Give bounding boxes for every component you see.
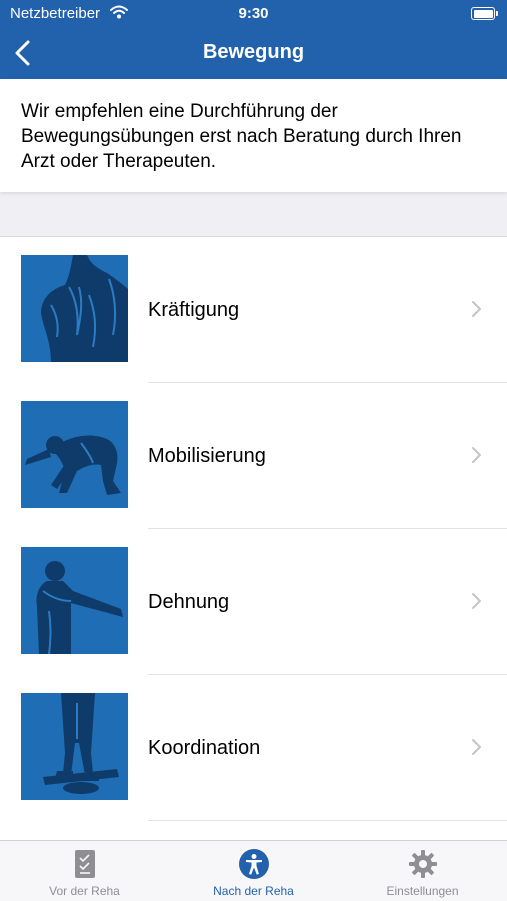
status-time: 9:30 (238, 5, 269, 22)
chevron-right-icon (470, 300, 482, 323)
chevron-right-icon (470, 592, 482, 615)
tab-label: Vor der Reha (49, 884, 120, 898)
tab-einstellungen[interactable]: Einstellungen (338, 841, 507, 901)
list-item-label: Mobilisierung (148, 445, 266, 467)
tab-vor-der-reha[interactable]: Vor der Reha (0, 841, 169, 901)
chevron-right-icon (470, 446, 482, 469)
page-title: Bewegung (202, 41, 305, 63)
battery-icon (471, 7, 498, 20)
advice-notice: Wir empfehlen eine Durchführung der Bewe… (0, 79, 507, 192)
navigation-header: Netzbetreiber 9:30 Bewegung (0, 0, 507, 79)
list-item-kraeftigung[interactable]: Kräftigung (0, 237, 507, 383)
list-item-label: Kräftigung (148, 299, 240, 321)
balance-board-figure (21, 693, 128, 800)
tab-nach-der-reha[interactable]: Nach der Reha (169, 841, 338, 901)
gear-icon (408, 849, 438, 879)
advice-text: Wir empfehlen eine Durchführung der Bewe… (21, 101, 462, 172)
arm-stretch-figure (21, 547, 128, 654)
list-item-mobilisierung[interactable]: Mobilisierung (0, 383, 507, 529)
status-bar: Netzbetreiber 9:30 (0, 0, 507, 28)
list-item-dehnung[interactable]: Dehnung (0, 529, 507, 675)
tab-label: Einstellungen (386, 884, 459, 898)
list-item-label: Koordination (148, 737, 261, 759)
person-icon (239, 849, 269, 879)
back-muscles-figure (21, 255, 128, 362)
tab-label: Nach der Reha (213, 884, 294, 898)
row-divider (148, 820, 507, 821)
tab-bar: Vor der Reha Nach der Reha Einstellungen (0, 840, 507, 901)
list-item-koordination[interactable]: Koordination (0, 675, 507, 821)
chevron-right-icon (470, 738, 482, 761)
list-item-label: Dehnung (148, 591, 230, 613)
checklist-icon (70, 849, 100, 879)
kneeling-stretch-figure (21, 401, 128, 508)
exercise-category-list: Kräftigung Mobilisierung Dehnung Koordin… (0, 236, 507, 841)
